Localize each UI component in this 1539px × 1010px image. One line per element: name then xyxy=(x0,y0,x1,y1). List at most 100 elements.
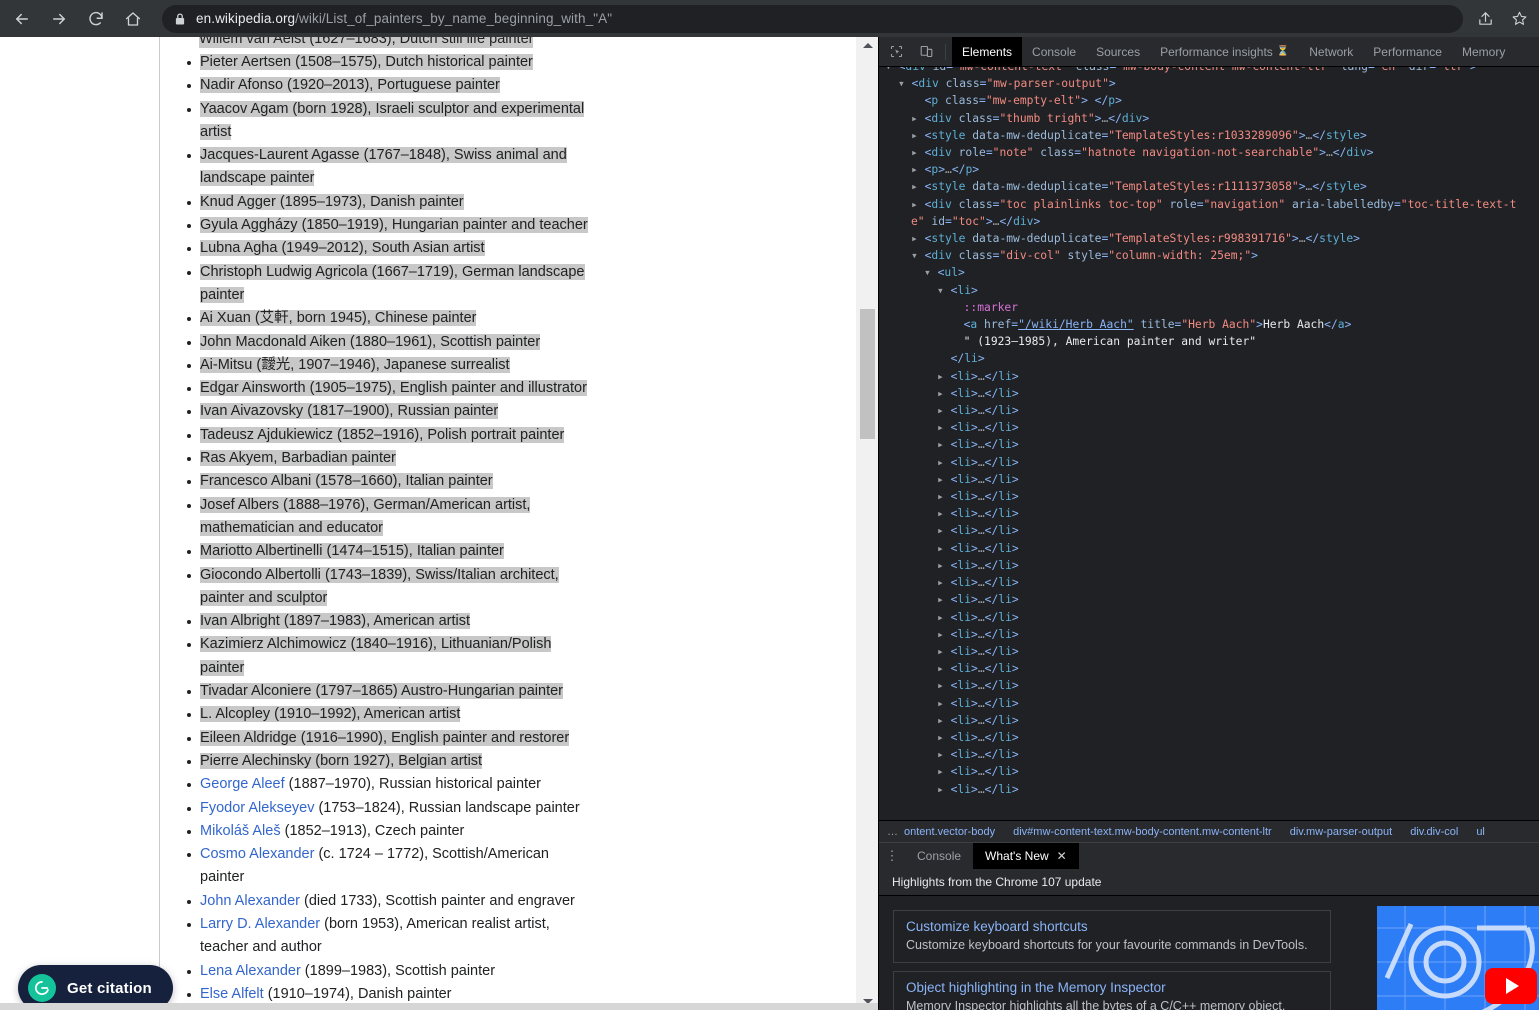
disclosure-closed-icon[interactable]: ▸ xyxy=(911,146,925,159)
wiki-link[interactable]: Giocondo Albertolli xyxy=(200,567,321,583)
dom-tree-line[interactable]: ▸ <li>…</li> xyxy=(879,643,1539,660)
wiki-link[interactable]: Ai-Mitsu xyxy=(200,357,252,373)
disclosure-closed-icon[interactable]: ▸ xyxy=(911,163,925,176)
wiki-link[interactable]: Ivan Aivazovsky xyxy=(200,403,303,419)
disclosure-closed-icon[interactable]: ▸ xyxy=(911,198,925,211)
dom-tree-line[interactable]: ▸ <li>…</li> xyxy=(879,763,1539,780)
wiki-link[interactable]: Josef Albers xyxy=(200,497,279,513)
dom-tree-line[interactable]: ▸ <li>…</li> xyxy=(879,488,1539,505)
wiki-link[interactable]: Fyodor Alekseyev xyxy=(200,800,314,816)
disclosure-closed-icon[interactable]: ▸ xyxy=(937,783,951,796)
wiki-link[interactable]: John Alexander xyxy=(200,893,300,909)
dom-tree-line[interactable]: ▸ <li>…</li> xyxy=(879,471,1539,488)
wiki-link[interactable]: Gyula Aggházy xyxy=(200,217,298,233)
disclosure-closed-icon[interactable]: ▸ xyxy=(937,438,951,451)
whats-new-item[interactable]: Customize keyboard shortcuts Customize ke… xyxy=(893,910,1331,963)
disclosure-closed-icon[interactable]: ▸ xyxy=(937,714,951,727)
back-button[interactable] xyxy=(7,4,37,34)
disclosure-closed-icon[interactable]: ▸ xyxy=(911,232,925,245)
dom-tree-line[interactable]: <a href="/wiki/Herb Aach" title="Herb Aa… xyxy=(879,316,1539,333)
page-scrollbar[interactable] xyxy=(855,37,878,1010)
address-bar[interactable]: en.wikipedia.org/wiki/List_of_painters_b… xyxy=(162,4,1463,33)
disclosure-closed-icon[interactable]: ▸ xyxy=(937,404,951,417)
disclosure-closed-icon[interactable]: ▸ xyxy=(937,628,951,641)
wiki-link[interactable]: L. Alcopley xyxy=(200,706,270,722)
dom-tree-line[interactable]: ▸ <li>…</li> xyxy=(879,746,1539,763)
disclosure-closed-icon[interactable]: ▸ xyxy=(937,748,951,761)
breadcrumb-item[interactable]: div.mw-parser-output xyxy=(1281,826,1402,838)
dom-tree-line[interactable]: ▸ <li>…</li> xyxy=(879,540,1539,557)
disclosure-closed-icon[interactable]: ▸ xyxy=(911,180,925,193)
disclosure-closed-icon[interactable]: ▸ xyxy=(937,611,951,624)
dom-tree-line[interactable]: ▾ <div id="mw-content-text" class="mw-bo… xyxy=(879,67,1539,75)
device-toolbar-icon[interactable] xyxy=(913,39,939,65)
dom-tree-line[interactable]: ▸ <div role="note" class="hatnote naviga… xyxy=(879,144,1539,161)
disclosure-closed-icon[interactable]: ▸ xyxy=(937,662,951,675)
disclosure-closed-icon[interactable]: ▸ xyxy=(911,112,925,125)
whats-new-item-title[interactable]: Customize keyboard shortcuts xyxy=(906,919,1318,934)
wiki-link[interactable]: Francesco Albani xyxy=(200,473,311,489)
wiki-link[interactable]: Nadir Afonso xyxy=(200,77,283,93)
devtools-tab-elements[interactable]: Elements xyxy=(952,36,1023,67)
page-scrollbar-thumb[interactable] xyxy=(860,309,875,439)
wiki-link[interactable]: Ai Xuan xyxy=(200,310,251,326)
dom-tree-line[interactable]: ▾ <li> xyxy=(879,282,1539,299)
disclosure-closed-icon[interactable]: ▸ xyxy=(937,731,951,744)
breadcrumb-item[interactable]: ontent.vector-body xyxy=(904,826,1004,838)
disclosure-closed-icon[interactable]: ▸ xyxy=(937,697,951,710)
dom-tree-line[interactable]: ▸ <li>…</li> xyxy=(879,522,1539,539)
whats-new-item[interactable]: Object highlighting in the Memory Inspec… xyxy=(893,971,1331,1010)
disclosure-open-icon[interactable]: ▾ xyxy=(885,67,899,73)
dom-tree-line[interactable]: ▸ <li>…</li> xyxy=(879,557,1539,574)
wiki-link[interactable]: Kazimierz Alchimowicz xyxy=(200,636,347,652)
breadcrumb-item[interactable]: ul xyxy=(1467,826,1494,838)
disclosure-open-icon[interactable]: ▾ xyxy=(911,249,925,262)
wiki-link[interactable]: Yaacov Agam xyxy=(200,101,288,117)
dom-tree-line[interactable]: ▸ <div class="thumb tright">…</div> xyxy=(879,110,1539,127)
disclosure-closed-icon[interactable]: ▸ xyxy=(911,129,925,142)
dom-tree-line[interactable]: ▸ <li>…</li> xyxy=(879,626,1539,643)
wiki-link[interactable]: George Aleef xyxy=(200,776,285,792)
dom-tree-line[interactable]: <p class="mw-empty-elt"> </p> xyxy=(879,92,1539,109)
disclosure-closed-icon[interactable]: ▸ xyxy=(937,490,951,503)
disclosure-closed-icon[interactable]: ▸ xyxy=(937,559,951,572)
dom-tree-line[interactable]: e" id="toc">…</div> xyxy=(879,213,1539,230)
breadcrumb-item[interactable]: div.div-col xyxy=(1401,826,1467,838)
devtools-tab-network[interactable]: Network xyxy=(1299,37,1363,67)
wiki-link[interactable]: Eileen Aldridge xyxy=(200,730,297,746)
forward-button[interactable] xyxy=(44,4,74,34)
devtools-tab-performance-insights[interactable]: Performance insights ⏳ xyxy=(1150,37,1299,67)
close-icon[interactable]: ✕ xyxy=(1057,849,1067,863)
dom-tree-line[interactable]: ▾ <div class="mw-parser-output"> xyxy=(879,75,1539,92)
reload-button[interactable] xyxy=(81,4,111,34)
dom-tree-line[interactable]: ▸ <li>…</li> xyxy=(879,419,1539,436)
wiki-link[interactable]: Pieter Aertsen xyxy=(200,54,291,70)
disclosure-closed-icon[interactable]: ▸ xyxy=(937,370,951,383)
dom-tree-line[interactable]: ▾ <div class="div-col" style="column-wid… xyxy=(879,247,1539,264)
wiki-link[interactable]: Larry D. Alexander xyxy=(200,916,320,932)
wiki-link[interactable]: Lena Alexander xyxy=(200,963,301,979)
wiki-link[interactable]: John Macdonald Aiken xyxy=(200,334,346,350)
wiki-link[interactable]: Jacques-Laurent Agasse xyxy=(200,147,360,163)
disclosure-closed-icon[interactable]: ▸ xyxy=(937,679,951,692)
disclosure-closed-icon[interactable]: ▸ xyxy=(937,542,951,555)
breadcrumb-item[interactable]: … xyxy=(879,826,904,838)
wiki-link[interactable]: Ras Akyem xyxy=(200,450,273,466)
chrome-107-video-thumbnail[interactable] xyxy=(1377,906,1539,1010)
dom-tree-line[interactable]: ▸ <li>…</li> xyxy=(879,781,1539,798)
dom-tree-line[interactable]: </li> xyxy=(879,350,1539,367)
dom-tree-line[interactable]: ▸ <li>…</li> xyxy=(879,677,1539,694)
wiki-link[interactable]: Edgar Ainsworth xyxy=(200,380,306,396)
youtube-play-icon[interactable] xyxy=(1485,968,1537,1004)
dom-tree[interactable]: ▾ <div id="mw-content-text" class="mw-bo… xyxy=(879,67,1539,820)
dom-tree-line[interactable]: " (1923–1985), American painter and writ… xyxy=(879,333,1539,350)
dom-tree-line[interactable]: ▸ <li>…</li> xyxy=(879,385,1539,402)
disclosure-closed-icon[interactable]: ▸ xyxy=(937,421,951,434)
dom-tree-line[interactable]: ▸ <li>…</li> xyxy=(879,574,1539,591)
dom-tree-line[interactable]: ::marker xyxy=(879,299,1539,316)
wiki-link[interactable]: Cosmo Alexander xyxy=(200,846,314,862)
drawer-menu-icon[interactable]: ⋮ xyxy=(879,848,905,864)
disclosure-open-icon[interactable]: ▾ xyxy=(924,266,938,279)
drawer-tab-console[interactable]: Console xyxy=(905,843,973,870)
dom-tree-line[interactable]: ▸ <style data-mw-deduplicate="TemplateSt… xyxy=(879,178,1539,195)
